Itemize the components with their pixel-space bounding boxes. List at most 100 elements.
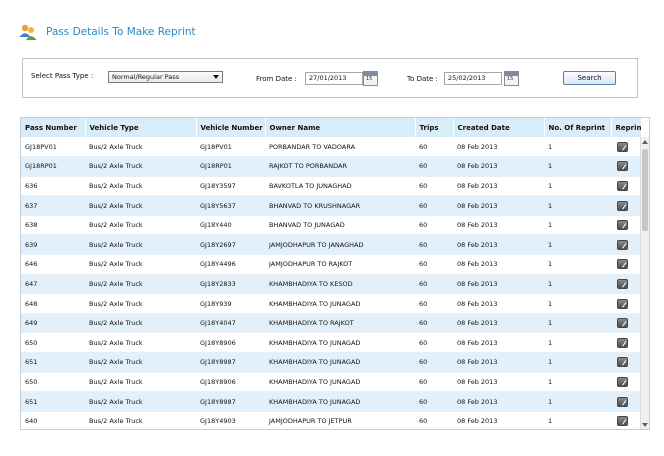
reprint-icon[interactable] [617, 259, 628, 270]
table-row[interactable]: 651 Bus/2 Axle Truck GJ18Y8987 KHAMBHADIYA … [21, 391, 641, 412]
cell-created-date: 08 Feb 2013 [453, 411, 544, 429]
cell-no-of-reprint: 1 [544, 156, 611, 177]
calendar-icon[interactable]: 15 [363, 71, 378, 86]
table-row[interactable]: 640 Bus/2 Axle Truck GJ18Y4903 JAMJODHAPUR … [21, 411, 641, 429]
table-row[interactable]: 649 Bus/2 Axle Truck GJ18Y4047 KHAMBHADIYA … [21, 313, 641, 334]
table-row[interactable]: 650 Bus/2 Axle Truck GJ18Y8906 KHAMBHADIYA … [21, 372, 641, 393]
cell-created-date: 08 Feb 2013 [453, 215, 544, 236]
table-row[interactable]: 646 Bus/2 Axle Truck GJ18Y4496 JAMJODHAPUR … [21, 254, 641, 275]
reprint-icon[interactable] [617, 220, 628, 231]
cell-vehicle-number: GJ18Y8987 [196, 391, 265, 412]
pass-type-select[interactable]: Normal/Regular Pass [108, 71, 223, 83]
cell-trips: 60 [415, 332, 453, 354]
column-header-created-date[interactable]: Created Date [453, 118, 545, 137]
cell-pass-number: GJ18PV01 [21, 137, 85, 158]
cell-vehicle-type: Bus/2 Axle Truck [85, 411, 196, 429]
reprint-icon[interactable] [617, 337, 628, 348]
calendar-day: 15 [507, 76, 514, 82]
cell-no-of-reprint: 1 [544, 274, 611, 295]
table-row[interactable]: 638 Bus/2 Axle Truck GJ18Y440 BHANVAD TO JU… [21, 215, 641, 236]
column-header-owner-name[interactable]: Owner Name [265, 118, 416, 137]
table-row[interactable]: 648 Bus/2 Axle Truck GJ18Y939 KHAMBHADIYA T… [21, 293, 641, 314]
cell-trips: 60 [415, 254, 453, 275]
cell-reprint [611, 332, 641, 354]
cell-vehicle-number: GJ18Y8906 [196, 372, 265, 393]
cell-vehicle-type: Bus/2 Axle Truck [85, 195, 196, 216]
table-row[interactable]: 647 Bus/2 Axle Truck GJ18Y2833 KHAMBHADIYA … [21, 274, 641, 295]
cell-created-date: 08 Feb 2013 [453, 313, 544, 334]
cell-vehicle-type: Bus/2 Axle Truck [85, 254, 196, 275]
cell-trips: 60 [415, 156, 453, 177]
column-header-no-of-reprint[interactable]: No. Of Reprint [544, 118, 612, 137]
cell-reprint [611, 195, 641, 216]
cell-trips: 60 [415, 391, 453, 412]
pass-type-label: Select Pass Type : [31, 72, 94, 80]
cell-vehicle-number: GJ18Y8906 [196, 332, 265, 354]
cell-vehicle-number: GJ18Y939 [196, 293, 265, 314]
reprint-icon[interactable] [617, 396, 628, 407]
table-row[interactable]: 639 Bus/2 Axle Truck GJ18Y2697 JAMJODHAPUR … [21, 234, 641, 256]
cell-created-date: 08 Feb 2013 [453, 176, 544, 197]
cell-trips: 60 [415, 313, 453, 334]
cell-created-date: 08 Feb 2013 [453, 195, 544, 216]
from-date-label: From Date : [256, 75, 297, 83]
column-header-vehicle-type[interactable]: Vehicle Type [85, 118, 197, 137]
cell-owner-name: BHANVAD TO KRUSHNAGAR [265, 195, 415, 216]
cell-no-of-reprint: 1 [544, 352, 611, 373]
reprint-icon[interactable] [617, 376, 628, 387]
to-date-label: To Date : [407, 75, 438, 83]
chevron-down-icon [213, 75, 219, 79]
from-date-input[interactable]: 27/01/2013 [305, 72, 363, 85]
reprint-icon[interactable] [617, 416, 628, 427]
calendar-icon[interactable]: 15 [504, 71, 519, 86]
cell-vehicle-type: Bus/2 Axle Truck [85, 176, 196, 197]
column-header-pass-number[interactable]: Pass Number [21, 118, 86, 137]
cell-vehicle-type: Bus/2 Axle Truck [85, 352, 196, 373]
column-header-reprint[interactable]: Reprint [611, 118, 642, 137]
cell-no-of-reprint: 1 [544, 391, 611, 412]
filter-panel: Select Pass Type : Normal/Regular Pass F… [22, 58, 638, 98]
cell-pass-number: 638 [21, 215, 85, 236]
reprint-icon[interactable] [617, 239, 628, 250]
cell-trips: 60 [415, 176, 453, 197]
vertical-scrollbar[interactable] [640, 137, 649, 429]
cell-reprint [611, 372, 641, 393]
cell-pass-number: 649 [21, 313, 85, 334]
cell-pass-number: 648 [21, 293, 85, 314]
cell-reprint [611, 137, 641, 158]
reprint-icon[interactable] [617, 318, 628, 329]
table-row[interactable]: 636 Bus/2 Axle Truck GJ18Y3597 BAVKOTLA TO … [21, 176, 641, 197]
cell-owner-name: PORBANDAR TO VADOARA [265, 137, 415, 158]
reprint-icon[interactable] [617, 141, 628, 152]
table-row[interactable]: GJ18PV01 Bus/2 Axle Truck GJ18PV01 PORBANDA… [21, 137, 641, 158]
search-button[interactable]: Search [563, 71, 616, 85]
table-row[interactable]: 650 Bus/2 Axle Truck GJ18Y8906 KHAMBHADIYA … [21, 332, 641, 354]
cell-created-date: 08 Feb 2013 [453, 372, 544, 393]
cell-vehicle-number: GJ18Y4903 [196, 411, 265, 429]
cell-vehicle-type: Bus/2 Axle Truck [85, 293, 196, 314]
cell-no-of-reprint: 1 [544, 234, 611, 256]
cell-trips: 60 [415, 215, 453, 236]
scroll-down-icon[interactable] [642, 423, 648, 427]
column-header-trips[interactable]: Trips [415, 118, 454, 137]
cell-vehicle-number: GJ18PV01 [196, 137, 265, 158]
cell-owner-name: KHAMBHADIYA TO JUNAGAD [265, 391, 415, 412]
cell-created-date: 08 Feb 2013 [453, 254, 544, 275]
to-date-input[interactable]: 25/02/2013 [444, 72, 502, 85]
scroll-up-icon[interactable] [642, 140, 648, 144]
cell-no-of-reprint: 1 [544, 372, 611, 393]
cell-reprint [611, 215, 641, 236]
reprint-icon[interactable] [617, 200, 628, 211]
cell-pass-number: 650 [21, 332, 85, 354]
reprint-icon[interactable] [617, 298, 628, 309]
table-row[interactable]: GJ18RP01 Bus/2 Axle Truck GJ18RP01 RAJKOT T… [21, 156, 641, 177]
scroll-thumb[interactable] [642, 149, 648, 231]
table-row[interactable]: 651 Bus/2 Axle Truck GJ18Y8987 KHAMBHADIYA … [21, 352, 641, 373]
reprint-icon[interactable] [617, 357, 628, 368]
column-header-vehicle-number[interactable]: Vehicle Number [196, 118, 266, 137]
reprint-icon[interactable] [617, 180, 628, 191]
reprint-icon[interactable] [617, 161, 628, 172]
table-row[interactable]: 637 Bus/2 Axle Truck GJ18Y5637 BHANVAD TO K… [21, 195, 641, 216]
reprint-icon[interactable] [617, 278, 628, 289]
cell-reprint [611, 293, 641, 314]
